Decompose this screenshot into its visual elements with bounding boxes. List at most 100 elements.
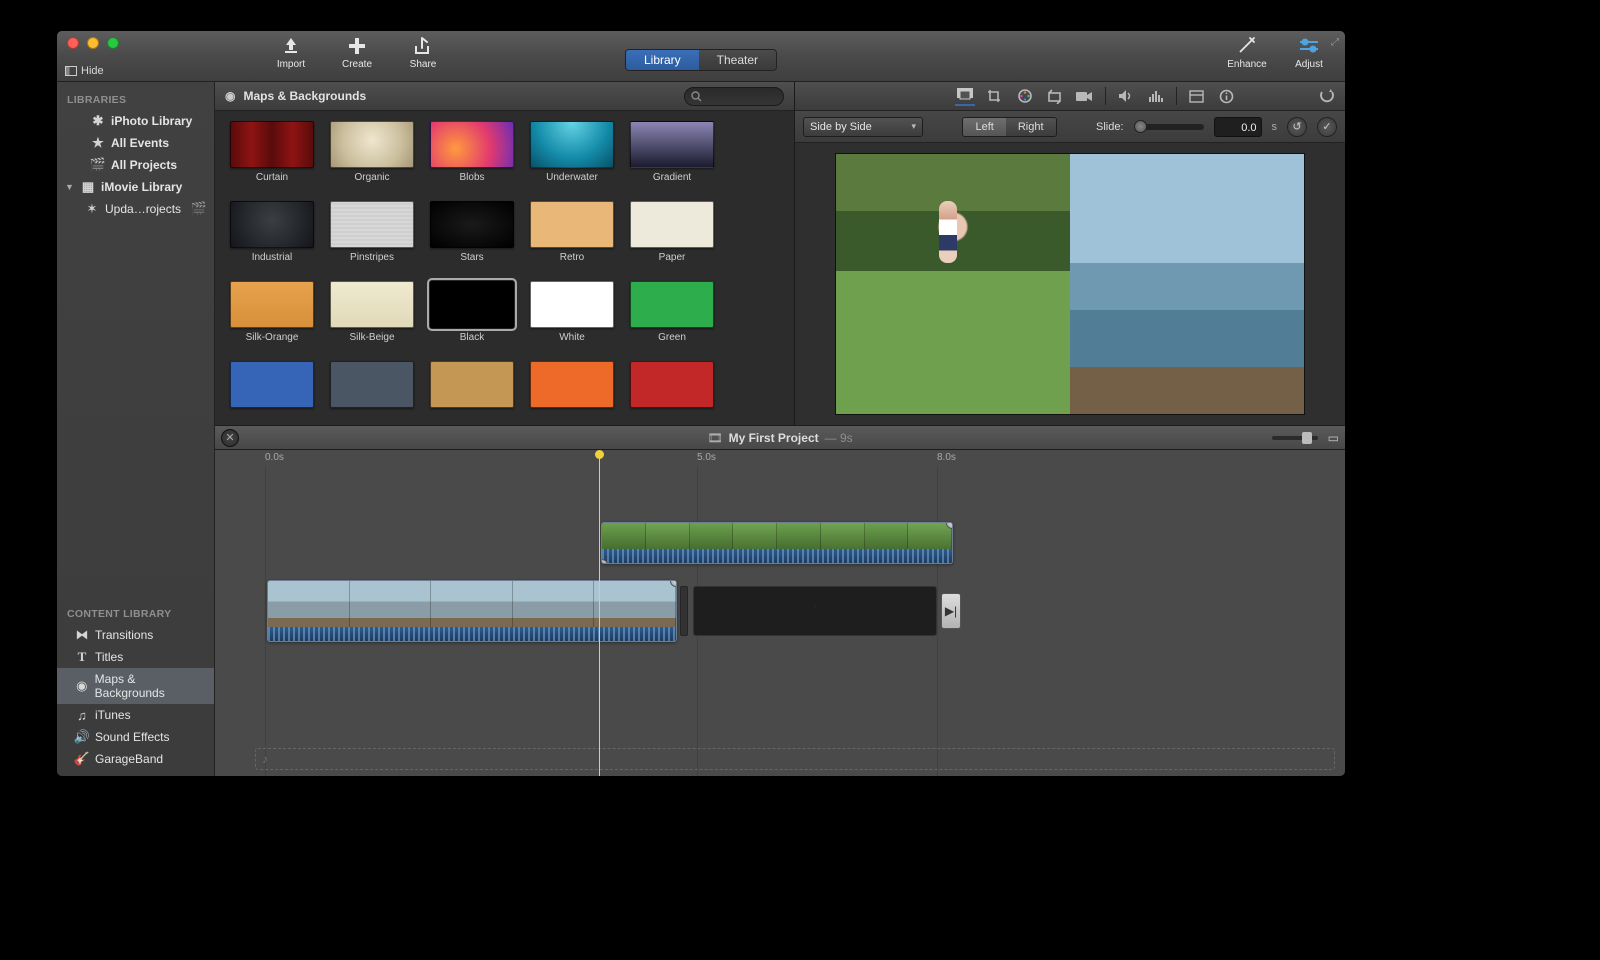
reset-button[interactable]: ↺ bbox=[1287, 117, 1307, 137]
clip-appearance-button[interactable]: ▭ bbox=[1328, 431, 1339, 445]
zoom-window-button[interactable] bbox=[107, 37, 119, 49]
black-background-clip[interactable] bbox=[693, 586, 937, 636]
swatch-box bbox=[230, 121, 314, 168]
swatch-stars[interactable]: Stars bbox=[429, 201, 515, 263]
library-tab[interactable]: Library bbox=[626, 50, 699, 70]
swatch-grid-scroll[interactable]: Curtain OrganicBlobsUnderwaterGradient Ind… bbox=[215, 111, 794, 425]
swatch-white[interactable]: White bbox=[529, 281, 615, 343]
overlay-tool-icon[interactable] bbox=[955, 86, 975, 106]
plus-icon bbox=[344, 35, 370, 57]
swatch-retro[interactable]: Retro bbox=[529, 201, 615, 263]
swatch-green[interactable]: Green bbox=[629, 281, 715, 343]
swatch-gradient[interactable]: Gradient bbox=[629, 121, 715, 183]
disclosure-triangle[interactable]: ▼ bbox=[65, 182, 75, 192]
titles-icon: T bbox=[75, 650, 89, 664]
swatch-silk-orange[interactable]: Silk-Orange bbox=[229, 281, 315, 343]
sidebar-item-project[interactable]: ✶ Upda…rojects 🎬 bbox=[57, 198, 214, 220]
search-field[interactable] bbox=[684, 87, 784, 106]
sidebar: LIBRARIES ✱ iPhoto Library ★ All Events … bbox=[57, 82, 215, 776]
swatch-underwater[interactable]: Underwater bbox=[529, 121, 615, 183]
sidebar-item-imovie-library[interactable]: ▼ ▦ iMovie Library bbox=[57, 176, 214, 198]
globe-icon: ◉ bbox=[225, 89, 235, 103]
crop-tool-icon[interactable] bbox=[985, 86, 1005, 106]
music-drop-lane[interactable]: ♪ bbox=[255, 748, 1335, 770]
content-garageband[interactable]: 🎸 GarageBand bbox=[57, 748, 214, 770]
left-button[interactable]: Left bbox=[963, 118, 1005, 136]
swatch-orange[interactable] bbox=[529, 361, 615, 408]
split-preview bbox=[835, 153, 1305, 415]
import-icon bbox=[278, 35, 304, 57]
swatch-label: Curtain bbox=[256, 172, 288, 183]
preview-canvas[interactable] bbox=[795, 143, 1345, 425]
overlay-clip[interactable] bbox=[601, 522, 953, 564]
swatch-silk-beige[interactable]: Silk-Beige bbox=[329, 281, 415, 343]
info-tool-icon[interactable] bbox=[1217, 86, 1237, 106]
timeline-ruler[interactable]: 0.0s 5.0s 8.0s bbox=[215, 450, 1345, 468]
content-titles[interactable]: T Titles bbox=[57, 646, 214, 668]
content-itunes[interactable]: ♫ iTunes bbox=[57, 704, 214, 726]
create-button[interactable]: Create bbox=[333, 35, 381, 70]
backgrounds-browser: ◉ Maps & Backgrounds CurtainOrganicBlobs… bbox=[215, 82, 795, 425]
preview-right bbox=[1070, 154, 1304, 414]
left-right-segment: Left Right bbox=[962, 117, 1056, 137]
swatch-curtain[interactable]: Curtain bbox=[229, 121, 315, 183]
swatch-blue[interactable] bbox=[229, 361, 315, 408]
overlay-mode-dropdown[interactable]: Side by Side▾ bbox=[803, 117, 923, 137]
stabilize-tool-icon[interactable] bbox=[1045, 86, 1065, 106]
revert-icon[interactable] bbox=[1317, 86, 1337, 106]
swatch-tan[interactable] bbox=[429, 361, 515, 408]
swatch-box bbox=[630, 281, 714, 328]
swatch-red[interactable] bbox=[629, 361, 715, 408]
slide-slider[interactable] bbox=[1134, 124, 1204, 130]
color-tool-icon[interactable] bbox=[1015, 86, 1035, 106]
audio-tool-icon[interactable] bbox=[1116, 86, 1136, 106]
share-button[interactable]: Share bbox=[399, 35, 447, 70]
camera-tool-icon[interactable] bbox=[1075, 86, 1095, 106]
close-window-button[interactable] bbox=[67, 37, 79, 49]
library-tool-icon[interactable] bbox=[1187, 86, 1207, 106]
fullscreen-button[interactable]: ⤢ bbox=[1331, 37, 1339, 48]
eq-tool-icon[interactable] bbox=[1146, 86, 1166, 106]
minimize-window-button[interactable] bbox=[87, 37, 99, 49]
tick: 0.0s bbox=[265, 452, 284, 463]
swatch-slate[interactable] bbox=[329, 361, 415, 408]
swatch-box bbox=[530, 121, 614, 168]
content-transitions[interactable]: ⧓ Transitions bbox=[57, 624, 214, 646]
enhance-button[interactable]: Enhance bbox=[1223, 35, 1271, 70]
hide-sidebar-button[interactable]: Hide bbox=[65, 65, 104, 77]
slide-value[interactable]: 0.0 bbox=[1214, 117, 1262, 137]
right-button[interactable]: Right bbox=[1006, 118, 1056, 136]
star-icon: ✶ bbox=[85, 202, 99, 216]
sidebar-item-all-events[interactable]: ★ All Events bbox=[57, 132, 214, 154]
swatch-blobs[interactable]: Blobs bbox=[429, 121, 515, 183]
close-timeline-button[interactable]: ✕ bbox=[221, 429, 239, 447]
swatch-black[interactable]: Black bbox=[429, 281, 515, 343]
swatch-box bbox=[630, 121, 714, 168]
guitar-icon: 🎸 bbox=[75, 752, 89, 766]
sidebar-item-all-projects[interactable]: 🎬 All Projects bbox=[57, 154, 214, 176]
apply-button[interactable]: ✓ bbox=[1317, 117, 1337, 137]
playhead[interactable] bbox=[599, 450, 600, 776]
swatch-industrial[interactable]: Industrial bbox=[229, 201, 315, 263]
transition-handle[interactable]: ▶| bbox=[941, 593, 961, 629]
content-maps-backgrounds[interactable]: ◉ Maps & Backgrounds bbox=[57, 668, 214, 704]
hide-label: Hide bbox=[81, 65, 104, 77]
import-button[interactable]: Import bbox=[267, 35, 315, 70]
adjust-button[interactable]: Adjust bbox=[1285, 35, 1333, 70]
timeline[interactable]: 0.0s 5.0s 8.0s bbox=[215, 450, 1345, 776]
swatch-organic[interactable]: Organic bbox=[329, 121, 415, 183]
zoom-slider[interactable] bbox=[1272, 436, 1318, 440]
content-sound-effects[interactable]: 🔊 Sound Effects bbox=[57, 726, 214, 748]
main-clip[interactable] bbox=[267, 580, 677, 642]
theater-tab[interactable]: Theater bbox=[699, 50, 776, 70]
slide-label: Slide: bbox=[1096, 121, 1124, 133]
swatch-box bbox=[430, 121, 514, 168]
swatch-box bbox=[330, 361, 414, 408]
star-icon: ★ bbox=[91, 136, 105, 150]
swatch-pinstripes[interactable]: Pinstripes bbox=[329, 201, 415, 263]
sidebar-item-iphoto[interactable]: ✱ iPhoto Library bbox=[57, 110, 214, 132]
swatch-paper[interactable]: Paper bbox=[629, 201, 715, 263]
swatch-box bbox=[330, 121, 414, 168]
clip-gap[interactable] bbox=[680, 586, 688, 636]
wand-icon bbox=[1234, 35, 1260, 57]
